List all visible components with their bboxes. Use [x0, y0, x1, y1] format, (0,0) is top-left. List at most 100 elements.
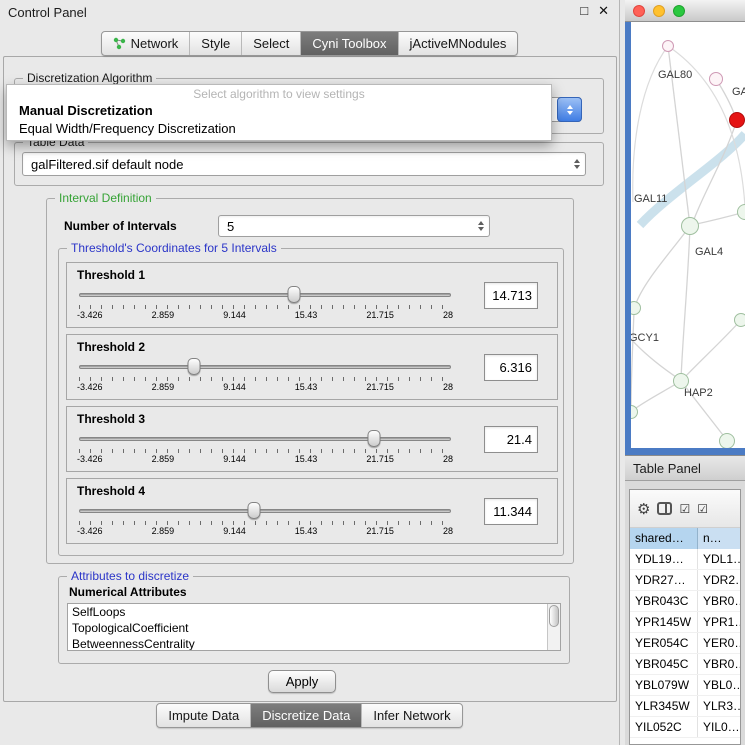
- threshold-4-label: Threshold 4: [77, 484, 453, 498]
- threshold-4-slider[interactable]: [77, 502, 453, 520]
- threshold-3-slider[interactable]: [77, 430, 453, 448]
- column-header-name[interactable]: n…: [698, 528, 740, 549]
- table-row[interactable]: YDR27…YDR2…: [630, 570, 740, 591]
- vertical-scrollbar[interactable]: [547, 604, 560, 650]
- network-node[interactable]: [681, 217, 699, 235]
- slider-track[interactable]: [79, 293, 451, 297]
- list-item[interactable]: BetweennessCentrality: [68, 636, 560, 651]
- scale-label: 28: [443, 382, 453, 392]
- close-traffic-light-icon[interactable]: [633, 5, 645, 17]
- threshold-2-value-field[interactable]: 6.316: [484, 354, 538, 381]
- threshold-2-panel: Threshold 2 -3.426 2.859 9.144 15.43 21.…: [66, 334, 558, 400]
- slider-ticks: [79, 377, 451, 381]
- table-data-combobox[interactable]: galFiltered.sif default node: [22, 152, 586, 176]
- cell: YBL079W: [630, 675, 698, 695]
- threshold-3-panel: Threshold 3 -3.426 2.859 9.144 15.43 21.…: [66, 406, 558, 472]
- float-window-icon[interactable]: □: [580, 3, 588, 19]
- tab-infer-network[interactable]: Infer Network: [361, 704, 461, 727]
- scrollbar-thumb[interactable]: [549, 605, 559, 627]
- close-icon[interactable]: ✕: [598, 3, 609, 19]
- threshold-4-value-field[interactable]: 11.344: [484, 498, 538, 525]
- number-of-intervals-combobox[interactable]: 5: [218, 215, 490, 237]
- network-node[interactable]: [662, 40, 674, 52]
- tab-label: Network: [131, 36, 179, 51]
- numerical-attributes-heading: Numerical Attributes: [69, 585, 187, 599]
- cell: YDR27…: [630, 570, 698, 590]
- table-row[interactable]: YPR145WYPR1…: [630, 612, 740, 633]
- scale-label: 28: [443, 310, 453, 320]
- slider-scale: -3.426 2.859 9.144 15.43 21.715 28: [77, 454, 453, 464]
- table-panel-titlebar: Table Panel: [625, 455, 745, 481]
- network-node[interactable]: [734, 313, 745, 327]
- tab-cyni-toolbox[interactable]: Cyni Toolbox: [300, 32, 397, 55]
- dropdown-item-equal-width-frequency[interactable]: Equal Width/Frequency Discretization: [7, 120, 551, 138]
- scale-label: 2.859: [152, 526, 175, 536]
- select-column-checkbox-icon[interactable]: ☑: [697, 502, 708, 516]
- dropdown-item-manual-discretization[interactable]: Manual Discretization: [7, 102, 551, 120]
- tab-style[interactable]: Style: [189, 32, 241, 55]
- table-row[interactable]: YBR045CYBR0…: [630, 654, 740, 675]
- control-panel: Control Panel □ ✕ Network: [0, 0, 620, 745]
- cell: YIL0…: [698, 717, 740, 737]
- network-node[interactable]: [709, 72, 723, 86]
- table-panel-title: Table Panel: [633, 461, 701, 476]
- control-panel-title: Control Panel: [0, 5, 87, 20]
- gear-icon[interactable]: ⚙: [637, 500, 650, 518]
- threshold-1-value-field[interactable]: 14.713: [484, 282, 538, 309]
- table-row[interactable]: YDL19…YDL1…: [630, 549, 740, 570]
- minimize-traffic-light-icon[interactable]: [653, 5, 665, 17]
- table-row[interactable]: YER054CYER0…: [630, 633, 740, 654]
- scale-label: 15.43: [295, 454, 318, 464]
- top-tabbar: Network Style Select Cyni Toolbox jActiv…: [0, 31, 619, 56]
- slider-thumb[interactable]: [288, 286, 301, 303]
- cell: YER0…: [698, 633, 740, 653]
- thresholds-group-title: Threshold's Coordinates for 5 Intervals: [67, 241, 281, 255]
- slider-ticks: [79, 521, 451, 525]
- attributes-listbox: SelfLoops TopologicalCoefficient Between…: [67, 603, 561, 651]
- slider-thumb[interactable]: [247, 502, 260, 519]
- list-item[interactable]: TopologicalCoefficient: [68, 620, 560, 636]
- tab-discretize-data[interactable]: Discretize Data: [250, 704, 361, 727]
- table-row[interactable]: YLR345WYLR3…: [630, 696, 740, 717]
- list-item[interactable]: SelfLoops: [68, 604, 560, 620]
- threshold-1-slider[interactable]: [77, 286, 453, 304]
- screen: Control Panel □ ✕ Network: [0, 0, 745, 745]
- tab-label: Discretize Data: [262, 708, 350, 723]
- combobox-stepper-icon: [557, 97, 582, 122]
- network-node-selected[interactable]: [729, 112, 745, 128]
- select-all-checkbox-icon[interactable]: ☑: [679, 502, 690, 516]
- network-canvas[interactable]: GAL80 GA GAL11 GAL4 GCY1 HAP2: [631, 22, 745, 448]
- slider-track[interactable]: [79, 509, 451, 513]
- tab-impute-data[interactable]: Impute Data: [157, 704, 250, 727]
- slider-thumb[interactable]: [187, 358, 200, 375]
- tab-network[interactable]: Network: [102, 32, 190, 55]
- scale-label: 9.144: [223, 310, 246, 320]
- tab-select[interactable]: Select: [241, 32, 300, 55]
- slider-track[interactable]: [79, 437, 451, 441]
- slider-ticks: [79, 449, 451, 453]
- cell: YER054C: [630, 633, 698, 653]
- network-node[interactable]: [719, 433, 735, 448]
- node-label: GA: [732, 86, 745, 98]
- table-row[interactable]: YBL079WYBL0…: [630, 675, 740, 696]
- cell: YBR0…: [698, 654, 740, 674]
- zoom-traffic-light-icon[interactable]: [673, 5, 685, 17]
- slider-track[interactable]: [79, 365, 451, 369]
- table-row[interactable]: YBR043CYBR0…: [630, 591, 740, 612]
- threshold-1-label: Threshold 1: [77, 268, 453, 282]
- stepper-icon: [574, 156, 580, 172]
- scale-label: 9.144: [223, 454, 246, 464]
- cell: YPR1…: [698, 612, 740, 632]
- cell: YLR3…: [698, 696, 740, 716]
- threshold-2-slider[interactable]: [77, 358, 453, 376]
- slider-thumb[interactable]: [368, 430, 381, 447]
- number-of-intervals-label: Number of Intervals: [64, 219, 177, 233]
- threshold-3-value-field[interactable]: 21.4: [484, 426, 538, 453]
- tab-jactivemodules[interactable]: jActiveMNodules: [398, 32, 518, 55]
- network-window-titlebar: [625, 0, 745, 22]
- column-header-shared-name[interactable]: shared…: [630, 528, 698, 549]
- apply-button[interactable]: Apply: [268, 670, 336, 693]
- dropdown-prompt: Select algorithm to view settings: [7, 85, 551, 102]
- columns-icon[interactable]: [657, 502, 672, 515]
- table-row[interactable]: YIL052CYIL0…: [630, 717, 740, 738]
